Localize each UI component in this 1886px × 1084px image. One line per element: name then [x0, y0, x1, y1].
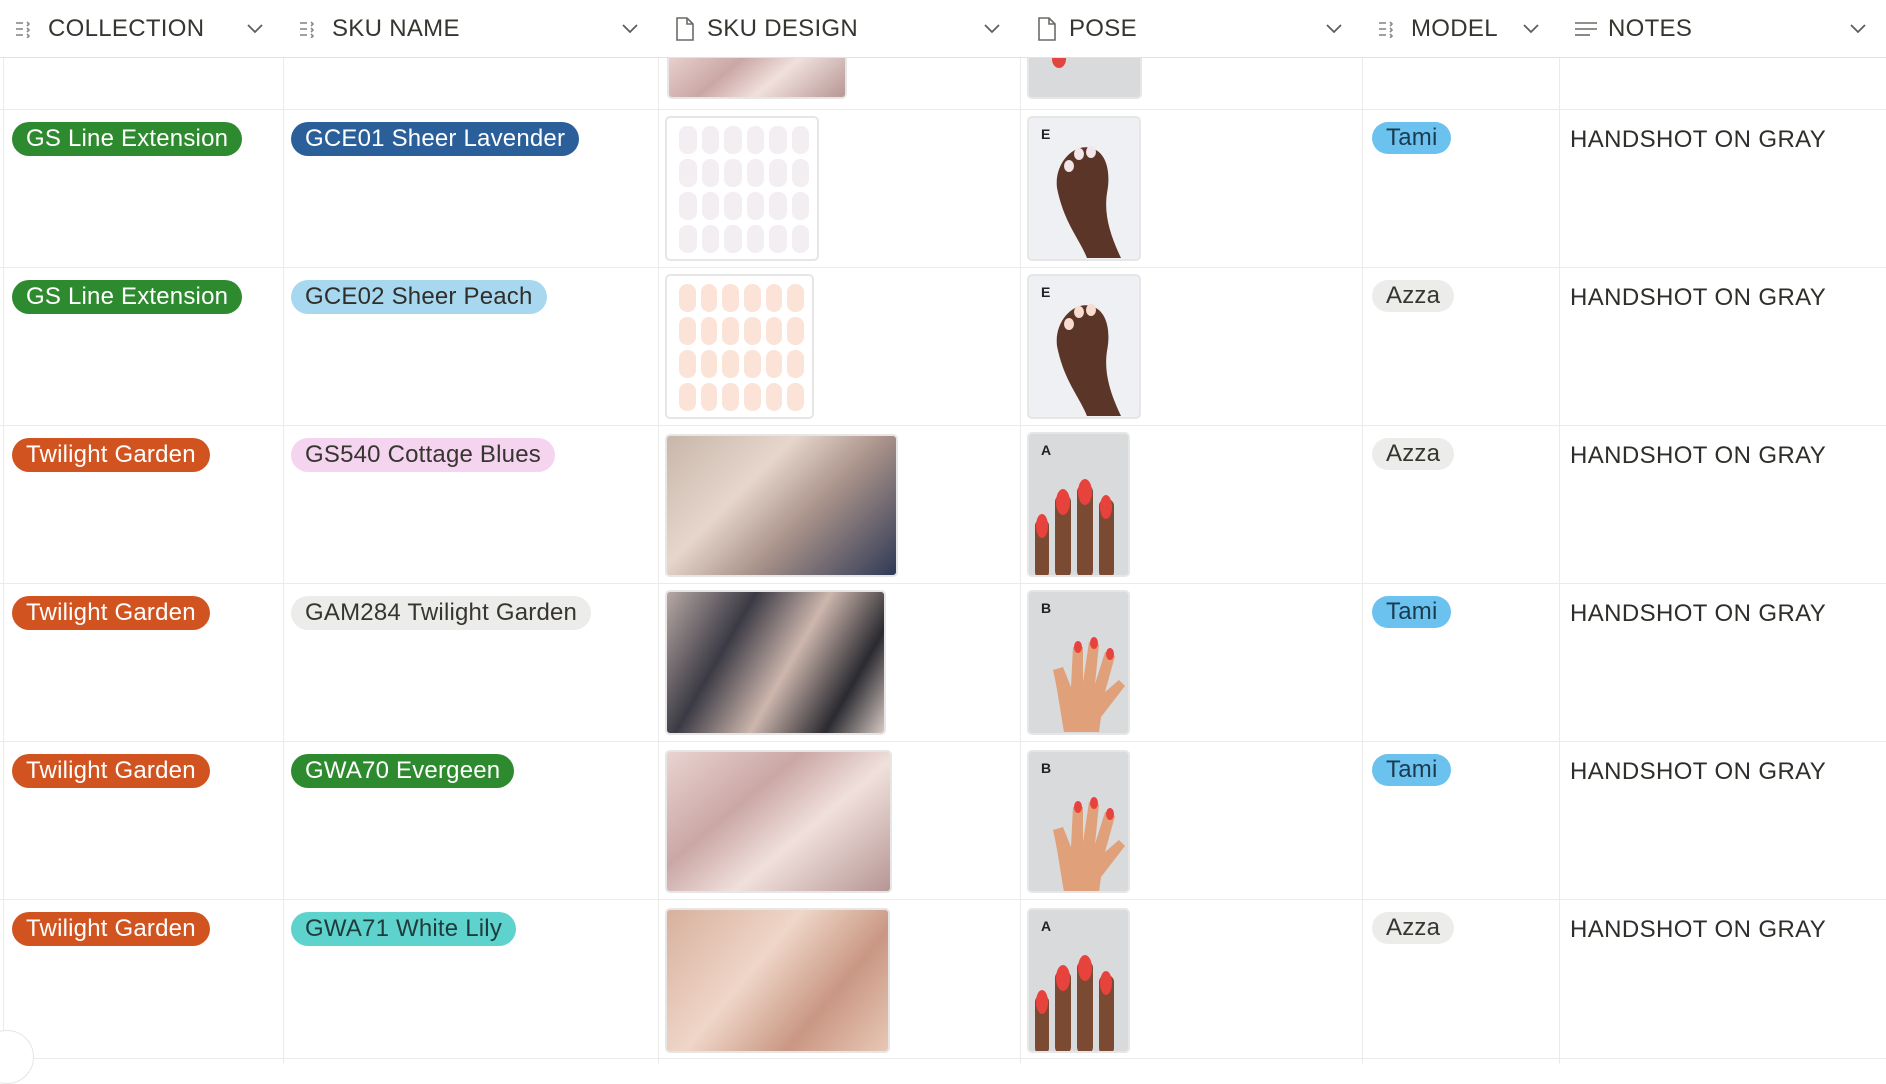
table-row[interactable]: GS Line Extension GCE01 Sheer Lavender E… [0, 110, 1886, 268]
multi-select-icon [298, 17, 322, 41]
nail-sheet-preview [679, 126, 809, 253]
collection-tag[interactable]: Twilight Garden [12, 438, 210, 472]
column-header-sku-design[interactable]: SKU DESIGN [659, 0, 1020, 57]
table-row[interactable]: Twilight Garden GWA70 Evergeen B Tami HA… [0, 742, 1886, 900]
pose-thumbnail[interactable]: E [1027, 116, 1141, 261]
chevron-down-icon[interactable] [245, 18, 265, 38]
collection-tag[interactable]: GS Line Extension [12, 122, 243, 156]
model-tag[interactable]: Azza [1372, 280, 1455, 312]
model-tag[interactable]: Azza [1372, 912, 1455, 944]
column-header-pose[interactable]: POSE [1021, 0, 1362, 57]
collection-tag[interactable]: GS Line Extension [12, 280, 243, 314]
chevron-down-icon[interactable] [982, 18, 1002, 38]
file-icon [673, 16, 697, 41]
pose-letter: B [1041, 760, 1052, 776]
pose-letter: A [1041, 442, 1052, 458]
table-row-partial[interactable] [0, 51, 1886, 110]
pose-thumbnail[interactable]: B [1027, 590, 1130, 735]
pose-thumbnail[interactable]: A [1027, 908, 1130, 1053]
pose-letter: E [1041, 126, 1051, 142]
collection-tag[interactable]: Twilight Garden [12, 596, 210, 630]
design-thumbnail[interactable] [665, 434, 898, 577]
notes-text: HANDSHOT ON GRAY [1570, 126, 1827, 153]
model-tag[interactable]: Tami [1372, 122, 1452, 154]
column-label: SKU NAME [332, 14, 460, 42]
table-row[interactable]: GS Line Extension GCE02 Sheer Peach E Az… [0, 268, 1886, 426]
chevron-down-icon[interactable] [1521, 18, 1541, 38]
column-header-notes[interactable]: NOTES [1560, 0, 1886, 57]
design-thumbnail[interactable] [667, 51, 847, 99]
table-row[interactable]: Twilight Garden GS540 Cottage Blues A Az… [0, 426, 1886, 584]
notes-text: HANDSHOT ON GRAY [1570, 600, 1827, 627]
sku-name-tag[interactable]: GCE02 Sheer Peach [291, 280, 547, 314]
column-label: MODEL [1411, 14, 1498, 42]
notes-text: HANDSHOT ON GRAY [1570, 916, 1827, 943]
multi-select-icon [14, 17, 38, 41]
pose-thumbnail[interactable]: B [1027, 750, 1130, 893]
notes-text: HANDSHOT ON GRAY [1570, 758, 1827, 785]
sku-name-tag[interactable]: GWA71 White Lily [291, 912, 517, 946]
pose-thumbnail[interactable]: A [1027, 432, 1130, 577]
database-table: COLLECTION SKU NAME SKU DESIGN POSE MODE… [0, 0, 1886, 1084]
table-header: COLLECTION SKU NAME SKU DESIGN POSE MODE… [0, 0, 1886, 58]
column-label: COLLECTION [48, 14, 205, 42]
model-tag[interactable]: Tami [1372, 596, 1452, 628]
chevron-down-icon[interactable] [1324, 18, 1344, 38]
model-tag[interactable]: Azza [1372, 438, 1455, 470]
design-thumbnail[interactable] [665, 274, 814, 419]
model-tag[interactable]: Tami [1372, 754, 1452, 786]
pose-thumbnail[interactable]: E [1027, 274, 1141, 419]
collection-tag[interactable]: Twilight Garden [12, 754, 210, 788]
column-label: NOTES [1608, 14, 1693, 42]
notes-text: HANDSHOT ON GRAY [1570, 442, 1827, 469]
table-row[interactable]: Twilight Garden GAM284 Twilight Garden B… [0, 584, 1886, 742]
multi-select-icon [1377, 17, 1401, 41]
nail-sheet-preview [679, 284, 804, 411]
chevron-down-icon[interactable] [1848, 18, 1868, 38]
design-thumbnail[interactable] [665, 116, 819, 261]
design-thumbnail[interactable] [665, 750, 892, 893]
column-label: SKU DESIGN [707, 14, 859, 42]
sku-name-tag[interactable]: GCE01 Sheer Lavender [291, 122, 580, 156]
collection-tag[interactable]: Twilight Garden [12, 912, 210, 946]
sku-name-tag[interactable]: GWA70 Evergeen [291, 754, 515, 788]
design-thumbnail[interactable] [665, 908, 890, 1053]
design-thumbnail[interactable] [665, 590, 886, 735]
pose-letter: E [1041, 284, 1051, 300]
sku-name-tag[interactable]: GAM284 Twilight Garden [291, 596, 592, 630]
pose-letter: A [1041, 918, 1052, 934]
table-row[interactable]: Twilight Garden GWA71 White Lily A Azza … [0, 900, 1886, 1059]
file-icon [1035, 16, 1059, 41]
hand-illustration-icon [1052, 53, 1066, 68]
column-label: POSE [1069, 14, 1137, 42]
text-icon [1574, 17, 1598, 41]
pose-letter: B [1041, 600, 1052, 616]
chevron-down-icon[interactable] [620, 18, 640, 38]
sku-name-tag[interactable]: GS540 Cottage Blues [291, 438, 555, 472]
column-header-sku-name[interactable]: SKU NAME [284, 0, 658, 57]
pose-thumbnail[interactable] [1027, 51, 1142, 99]
column-header-model[interactable]: MODEL [1363, 0, 1559, 57]
column-header-collection[interactable]: COLLECTION [0, 0, 283, 57]
notes-text: HANDSHOT ON GRAY [1570, 284, 1827, 311]
